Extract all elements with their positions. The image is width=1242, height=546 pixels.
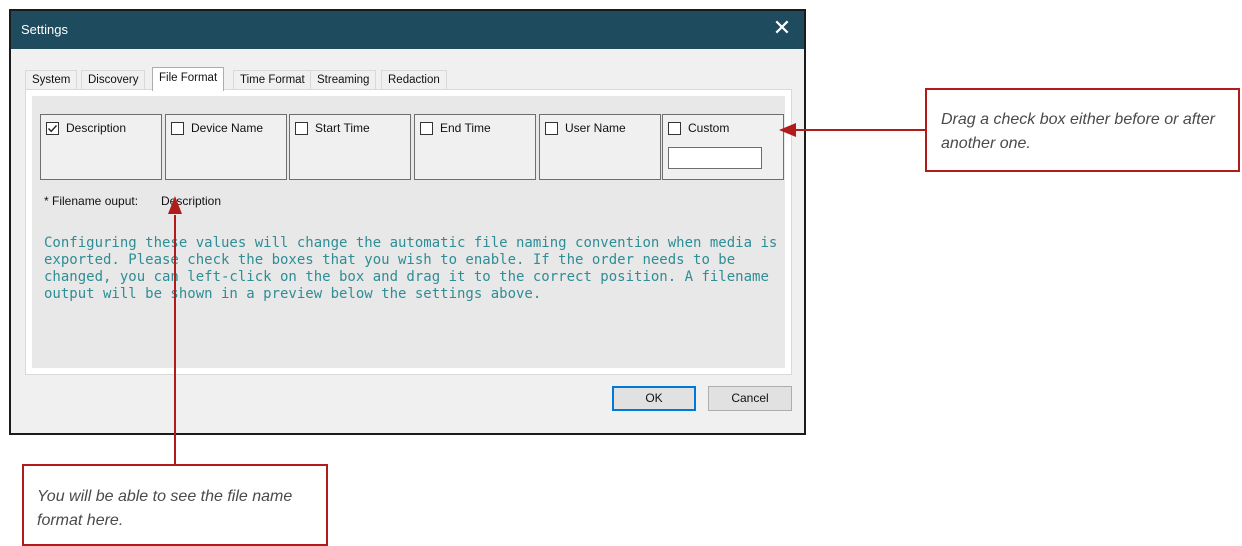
field-custom[interactable]: Custom bbox=[662, 114, 784, 180]
custom-text-input[interactable] bbox=[668, 147, 762, 169]
start-time-checkbox[interactable] bbox=[295, 122, 308, 135]
title-bar[interactable]: Settings ✕ bbox=[11, 11, 804, 49]
device-name-label: Device Name bbox=[191, 121, 264, 135]
file-format-panel: Description Device Name Start Time End T… bbox=[25, 89, 792, 375]
custom-checkbox[interactable] bbox=[668, 122, 681, 135]
tab-system[interactable]: System bbox=[25, 70, 78, 90]
info-text: Configuring these values will change the… bbox=[44, 235, 778, 302]
description-checkbox[interactable] bbox=[46, 122, 59, 135]
field-device-name[interactable]: Device Name bbox=[165, 114, 287, 180]
filename-output-value: Description bbox=[161, 194, 222, 208]
user-name-checkbox[interactable] bbox=[545, 122, 558, 135]
filename-output-label: * Filename ouput: bbox=[44, 194, 139, 208]
callout-drag-text: Drag a check box either before or after … bbox=[941, 111, 1215, 152]
cancel-button[interactable]: Cancel bbox=[708, 386, 792, 411]
settings-dialog: Settings ✕ System Discovery File Format … bbox=[9, 9, 806, 435]
ok-button[interactable]: OK bbox=[612, 386, 696, 411]
custom-label: Custom bbox=[688, 121, 730, 135]
callout-filename-hint: You will be able to see the file name fo… bbox=[22, 464, 328, 546]
close-icon[interactable]: ✕ bbox=[760, 11, 804, 49]
field-end-time[interactable]: End Time bbox=[414, 114, 536, 180]
tab-file-format[interactable]: File Format bbox=[152, 67, 225, 91]
field-user-name[interactable]: User Name bbox=[539, 114, 661, 180]
tab-redaction[interactable]: Redaction bbox=[381, 70, 447, 90]
callout-filename-text: You will be able to see the file name fo… bbox=[37, 488, 293, 529]
tab-streaming[interactable]: Streaming bbox=[310, 70, 377, 90]
end-time-checkbox[interactable] bbox=[420, 122, 433, 135]
checkmark-icon bbox=[47, 125, 58, 133]
start-time-label: Start Time bbox=[315, 121, 370, 135]
callout-drag-hint: Drag a check box either before or after … bbox=[925, 88, 1240, 172]
field-start-time[interactable]: Start Time bbox=[289, 114, 411, 180]
end-time-label: End Time bbox=[440, 121, 491, 135]
window-title: Settings bbox=[21, 22, 68, 37]
description-label: Description bbox=[66, 121, 127, 135]
file-format-content: Description Device Name Start Time End T… bbox=[32, 96, 785, 368]
tab-time-format[interactable]: Time Format bbox=[233, 70, 312, 90]
user-name-label: User Name bbox=[565, 121, 626, 135]
field-description[interactable]: Description bbox=[40, 114, 162, 180]
device-name-checkbox[interactable] bbox=[171, 122, 184, 135]
tab-discovery[interactable]: Discovery bbox=[81, 70, 146, 90]
